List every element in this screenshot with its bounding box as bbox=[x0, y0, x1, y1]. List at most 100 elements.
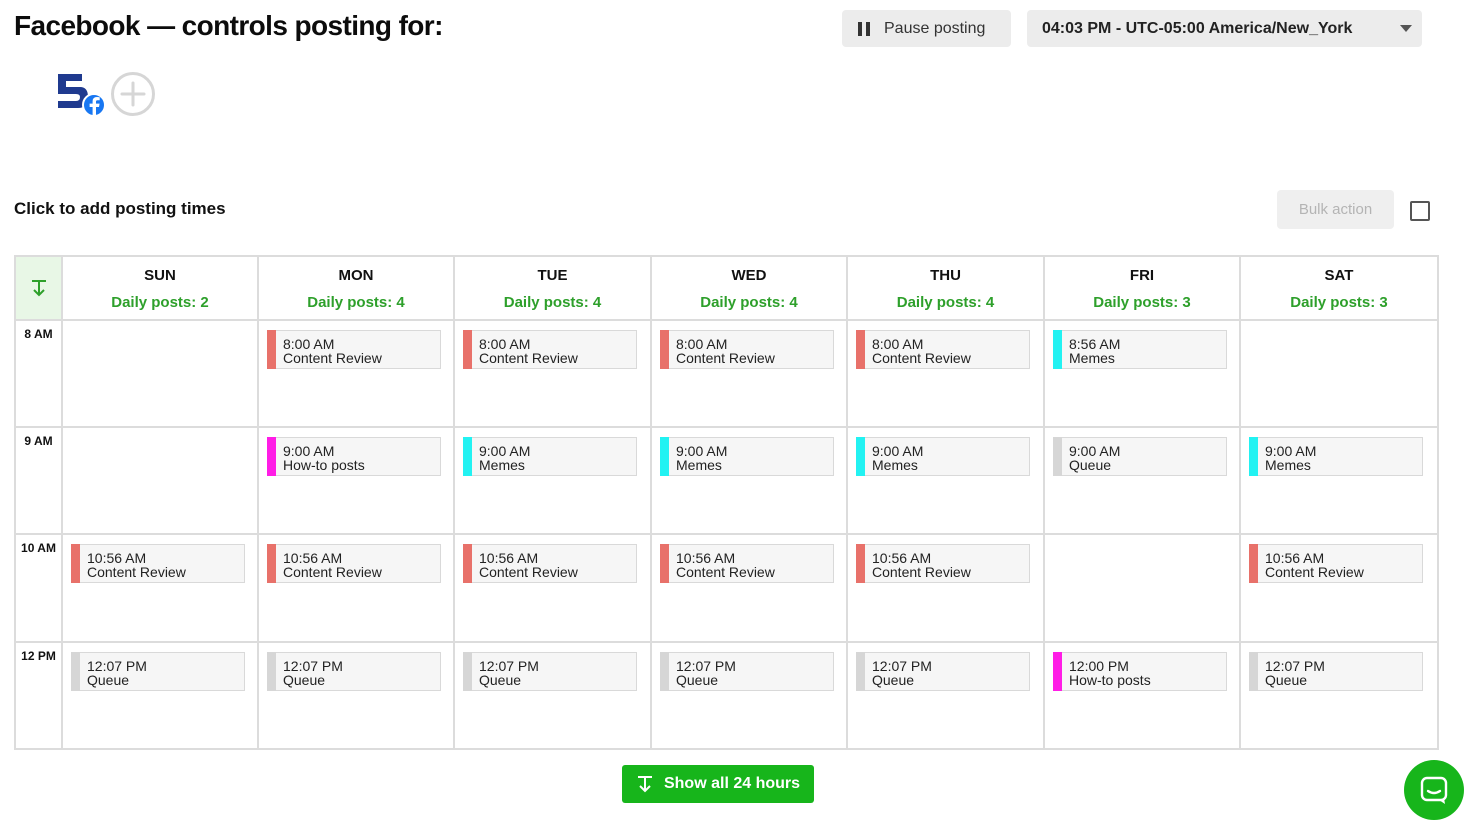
slot-category: Queue bbox=[1069, 457, 1112, 473]
category-color-bar bbox=[463, 437, 472, 476]
posting-slot[interactable]: 9:00 AM Memes bbox=[660, 437, 834, 476]
time-cell[interactable] bbox=[63, 321, 257, 426]
daily-posts-count: Daily posts: 4 bbox=[700, 294, 798, 311]
slot-category: Content Review bbox=[283, 564, 382, 580]
category-color-bar bbox=[71, 652, 80, 691]
posting-slot[interactable]: 10:56 AM Content Review bbox=[267, 544, 441, 583]
category-color-bar bbox=[1053, 330, 1062, 369]
expand-down-icon bbox=[31, 280, 46, 297]
posting-slot[interactable]: 12:07 PM Queue bbox=[71, 652, 245, 691]
day-header-tue: TUE Daily posts: 4 bbox=[455, 257, 650, 319]
posting-slot[interactable]: 12:07 PM Queue bbox=[856, 652, 1030, 691]
posting-slot[interactable]: 10:56 AM Content Review bbox=[856, 544, 1030, 583]
plus-circle-icon[interactable] bbox=[110, 71, 156, 117]
posting-slot[interactable]: 9:00 AM How-to posts bbox=[267, 437, 441, 476]
day-header-sun: SUN Daily posts: 2 bbox=[63, 257, 257, 319]
category-color-bar bbox=[660, 437, 669, 476]
slot-category: Memes bbox=[1265, 457, 1311, 473]
slot-category: Content Review bbox=[479, 350, 578, 366]
slot-category: Queue bbox=[283, 672, 326, 688]
posting-schedule-grid: 8 AM 9 AM 10 AM 12 PM SUN Daily posts: 2 10:56… bbox=[14, 255, 1439, 750]
category-color-bar bbox=[856, 437, 865, 476]
posting-slot[interactable]: 12:07 PM Queue bbox=[1249, 652, 1423, 691]
slot-category: Content Review bbox=[676, 564, 775, 580]
slot-category: Content Review bbox=[872, 350, 971, 366]
day-name: SUN bbox=[144, 267, 176, 284]
posting-slot[interactable]: 8:00 AM Content Review bbox=[856, 330, 1030, 369]
posting-slot[interactable]: 8:00 AM Content Review bbox=[660, 330, 834, 369]
slot-category: Queue bbox=[676, 672, 719, 688]
pause-posting-label: Pause posting bbox=[884, 19, 986, 37]
slot-category: Queue bbox=[872, 672, 915, 688]
category-color-bar bbox=[1249, 544, 1258, 583]
posting-slot[interactable]: 12:07 PM Queue bbox=[463, 652, 637, 691]
posting-slot[interactable]: 9:00 AM Memes bbox=[856, 437, 1030, 476]
category-color-bar bbox=[267, 330, 276, 369]
slot-category: Content Review bbox=[479, 564, 578, 580]
bulk-action-button[interactable]: Bulk action bbox=[1277, 190, 1394, 229]
day-name: SAT bbox=[1324, 267, 1354, 284]
category-color-bar bbox=[1249, 652, 1258, 691]
day-name: WED bbox=[731, 267, 767, 284]
posting-slot[interactable]: 8:56 AM Memes bbox=[1053, 330, 1227, 369]
show-all-hours-label: Show all 24 hours bbox=[663, 775, 801, 792]
category-color-bar bbox=[71, 544, 80, 583]
timezone-value: 04:03 PM - UTC-05:00 America/New_York bbox=[1042, 19, 1353, 37]
category-color-bar bbox=[856, 330, 865, 369]
show-all-hours-button[interactable]: Show all 24 hours bbox=[622, 765, 814, 803]
day-name: FRI bbox=[1129, 267, 1155, 284]
hour-label: 12 PM bbox=[21, 649, 56, 663]
expand-hours-toggle[interactable] bbox=[16, 257, 61, 319]
day-header-wed: WED Daily posts: 4 bbox=[652, 257, 846, 319]
pause-posting-button[interactable]: Pause posting bbox=[842, 10, 1011, 47]
account-avatar[interactable] bbox=[54, 70, 108, 118]
category-color-bar bbox=[856, 544, 865, 583]
slot-category: How-to posts bbox=[1069, 672, 1151, 688]
posting-slot[interactable]: 9:00 AM Queue bbox=[1053, 437, 1227, 476]
day-name: MON bbox=[338, 267, 374, 284]
category-color-bar bbox=[267, 437, 276, 476]
day-name: THU bbox=[930, 267, 961, 284]
day-header-sat: SAT Daily posts: 3 bbox=[1241, 257, 1437, 319]
posting-slot[interactable]: 10:56 AM Content Review bbox=[660, 544, 834, 583]
daily-posts-count: Daily posts: 3 bbox=[1093, 294, 1191, 311]
posting-slot[interactable]: 10:56 AM Content Review bbox=[463, 544, 637, 583]
day-header-thu: THU Daily posts: 4 bbox=[848, 257, 1043, 319]
page-title: Facebook — controls posting for: bbox=[14, 10, 443, 41]
daily-posts-count: Daily posts: 3 bbox=[1290, 294, 1388, 311]
category-color-bar bbox=[660, 544, 669, 583]
select-all-checkbox[interactable] bbox=[1410, 201, 1430, 221]
posting-slot[interactable]: 10:56 AM Content Review bbox=[71, 544, 245, 583]
slot-category: Queue bbox=[1265, 672, 1308, 688]
posting-slot[interactable]: 12:00 PM How-to posts bbox=[1053, 652, 1227, 691]
chat-launcher-button[interactable] bbox=[1404, 760, 1464, 820]
daily-posts-count: Daily posts: 2 bbox=[111, 294, 209, 311]
slot-category: Content Review bbox=[676, 350, 775, 366]
day-header-mon: MON Daily posts: 4 bbox=[259, 257, 453, 319]
time-cell[interactable] bbox=[1241, 321, 1437, 426]
category-color-bar bbox=[463, 330, 472, 369]
posting-slot[interactable]: 12:07 PM Queue bbox=[267, 652, 441, 691]
category-color-bar bbox=[463, 652, 472, 691]
pause-icon bbox=[858, 21, 870, 36]
posting-slot[interactable]: 8:00 AM Content Review bbox=[267, 330, 441, 369]
category-color-bar bbox=[1249, 437, 1258, 476]
category-color-bar bbox=[267, 652, 276, 691]
slot-category: Memes bbox=[872, 457, 918, 473]
slot-category: Memes bbox=[676, 457, 722, 473]
posting-slot[interactable]: 9:00 AM Memes bbox=[1249, 437, 1423, 476]
slot-category: Queue bbox=[479, 672, 522, 688]
category-color-bar bbox=[1053, 437, 1062, 476]
expand-down-icon bbox=[637, 776, 652, 793]
slot-category: How-to posts bbox=[283, 457, 365, 473]
time-cell[interactable] bbox=[1045, 535, 1239, 641]
chevron-down-icon bbox=[1400, 25, 1412, 32]
posting-slot[interactable]: 8:00 AM Content Review bbox=[463, 330, 637, 369]
posting-slot[interactable]: 12:07 PM Queue bbox=[660, 652, 834, 691]
category-color-bar bbox=[267, 544, 276, 583]
time-cell[interactable] bbox=[63, 428, 257, 533]
timezone-select[interactable]: 04:03 PM - UTC-05:00 America/New_York bbox=[1027, 10, 1422, 47]
posting-slot[interactable]: 10:56 AM Content Review bbox=[1249, 544, 1423, 583]
posting-slot[interactable]: 9:00 AM Memes bbox=[463, 437, 637, 476]
slot-category: Content Review bbox=[1265, 564, 1364, 580]
